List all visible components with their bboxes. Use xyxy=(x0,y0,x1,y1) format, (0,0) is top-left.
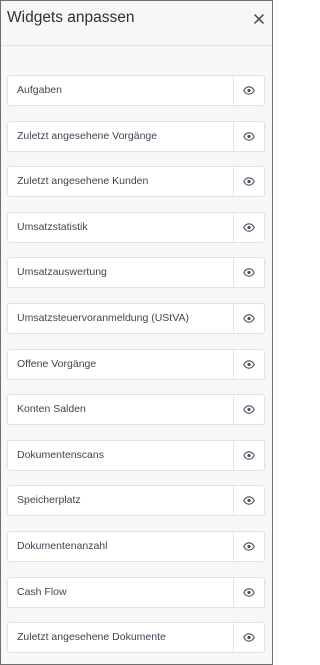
widget-row: Dokumentenanzahl xyxy=(7,530,265,562)
close-icon[interactable] xyxy=(252,12,266,26)
widget-label: Konten Salden xyxy=(17,403,86,416)
eye-icon[interactable] xyxy=(234,122,264,151)
widget-label: Zuletzt angesehene Vorgänge xyxy=(17,129,158,142)
widget-row: Offene Vorgänge xyxy=(7,348,265,380)
widget-label: Umsatzstatistik xyxy=(17,220,88,233)
eye-icon[interactable] xyxy=(234,532,264,561)
eye-icon[interactable] xyxy=(234,76,264,105)
eye-icon[interactable] xyxy=(234,213,264,242)
widget-row: Aufgaben xyxy=(7,75,265,106)
panel-title: Widgets anpassen xyxy=(7,9,135,26)
widget-row: Dokumentenscans xyxy=(7,439,265,471)
widget-row: Konten Salden xyxy=(7,394,265,426)
eye-icon[interactable] xyxy=(234,304,264,333)
widget-row: Zuletzt angesehene Kunden xyxy=(7,166,265,198)
eye-icon[interactable] xyxy=(234,395,264,424)
widget-label: Cash Flow xyxy=(17,585,67,598)
widgets-panel: Widgets anpassen Aufgaben Zuletzt angeseh… xyxy=(0,0,273,665)
eye-icon[interactable] xyxy=(234,441,264,470)
eye-icon[interactable] xyxy=(234,258,264,287)
eye-icon[interactable] xyxy=(234,167,264,196)
widget-list: Aufgaben Zuletzt angesehene Vorgänge Zulet… xyxy=(7,75,265,664)
eye-icon[interactable] xyxy=(234,623,264,652)
eye-icon[interactable] xyxy=(234,350,264,379)
widget-label: Umsatzauswertung xyxy=(17,266,107,279)
widget-row: Cash Flow xyxy=(7,576,265,608)
widget-row: Zuletzt angesehene Vorgänge xyxy=(7,120,265,152)
widget-row: Zuletzt angesehene Dokumente xyxy=(7,622,265,654)
widget-label: Aufgaben xyxy=(17,84,62,96)
widget-label: Umsatzsteuervoranmeldung (UStVA) xyxy=(17,311,189,324)
widget-label: Speicherplatz xyxy=(17,494,81,507)
widget-label: Offene Vorgänge xyxy=(17,357,97,370)
widget-label: Dokumentenscans xyxy=(17,448,104,461)
eye-icon[interactable] xyxy=(234,578,264,607)
widget-row: Umsatzstatistik xyxy=(7,211,265,243)
widget-label: Dokumentenanzahl xyxy=(17,539,108,552)
widget-label: Zuletzt angesehene Dokumente xyxy=(17,631,166,644)
widget-row: Umsatzauswertung xyxy=(7,257,265,289)
eye-icon[interactable] xyxy=(234,486,264,515)
widget-row: Umsatzsteuervoranmeldung (UStVA) xyxy=(7,302,265,334)
widget-row: Speicherplatz xyxy=(7,485,265,517)
widget-label: Zuletzt angesehene Kunden xyxy=(17,175,149,188)
panel-header: Widgets anpassen xyxy=(1,1,272,46)
